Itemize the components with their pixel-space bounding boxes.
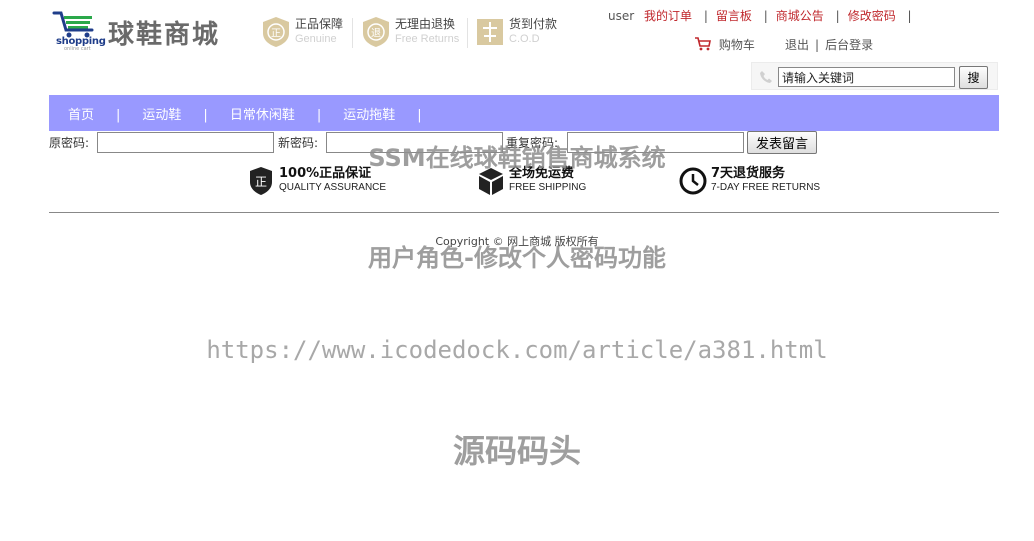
guestbook-link[interactable]: 留言板 — [716, 9, 752, 23]
svg-text:正: 正 — [271, 29, 281, 40]
guarantee-main: 货到付款 — [509, 17, 558, 31]
guarantee-sub: Free Returns — [395, 33, 460, 45]
footer-divider — [49, 212, 999, 213]
nav-separator: | — [316, 108, 322, 123]
username: user — [608, 9, 635, 23]
separator: | — [907, 9, 912, 23]
watermark-brand: 源码码头 — [452, 432, 581, 470]
watermark-url: https://www.icodedock.com/article/a381.h… — [206, 336, 828, 364]
genuine-badge-icon: 正 — [263, 17, 289, 47]
cod-badge-icon — [477, 19, 503, 45]
site-brand-name[interactable]: 球鞋商城 — [108, 14, 220, 51]
cart-link[interactable]: 购物车 — [694, 36, 755, 53]
logo-subtitle: online cart — [64, 46, 91, 52]
separator: | — [815, 38, 820, 52]
admin-login-link[interactable]: 后台登录 — [825, 38, 873, 52]
nav-item-home[interactable]: 首页 — [68, 108, 94, 123]
nav-item-sports-slippers[interactable]: 运动拖鞋 — [343, 108, 395, 123]
service-sub: FREE SHIPPING — [509, 182, 587, 193]
top-link-bar: user 我的订单 | 留言板 | 商城公告 | 修改密码 | — [608, 7, 920, 24]
announcements-link[interactable]: 商城公告 — [776, 9, 824, 23]
cart-label: 购物车 — [718, 38, 755, 52]
guarantee-main: 正品保障 — [295, 17, 344, 31]
nav-item-casual-shoes[interactable]: 日常休闲鞋 — [230, 108, 295, 123]
nav-separator: | — [203, 108, 208, 123]
guarantee-returns: 退 无理由退换 Free Returns — [362, 14, 459, 50]
nav-items: 首页 | 运动鞋 | 日常休闲鞋 | 运动拖鞋 | — [68, 104, 444, 123]
svg-text:正: 正 — [255, 175, 267, 189]
separator: | — [763, 9, 768, 23]
service-sub: QUALITY ASSURANCE — [279, 182, 387, 193]
watermark-title: SSM在线球鞋销售商城系统 — [368, 144, 666, 172]
divider — [467, 18, 468, 48]
account-links: 退出 | 后台登录 — [785, 36, 873, 53]
nav-separator: | — [417, 108, 422, 123]
logout-link[interactable]: 退出 — [785, 38, 809, 52]
nav-item-sports-shoes[interactable]: 运动鞋 — [142, 108, 181, 123]
separator: | — [703, 9, 708, 23]
guarantee-sub: Genuine — [295, 33, 337, 45]
search-button[interactable]: 搜 — [959, 66, 988, 89]
guarantee-genuine: 正 正品保障 Genuine — [262, 14, 343, 50]
divider — [352, 18, 353, 48]
guarantee-cod: 货到付款 C.O.D — [476, 14, 557, 50]
my-orders-link[interactable]: 我的订单 — [644, 9, 692, 23]
search-input[interactable] — [778, 67, 955, 87]
nav-separator: | — [116, 108, 121, 123]
shopping-cart-icon — [695, 37, 711, 51]
watermark-subtitle: 用户角色-修改个人密码功能 — [368, 244, 666, 272]
svg-text:退: 退 — [371, 28, 381, 40]
guarantee-main: 无理由退换 — [395, 17, 456, 31]
service-sub: 7-DAY FREE RETURNS — [711, 182, 821, 193]
separator: | — [835, 9, 840, 23]
change-password-link[interactable]: 修改密码 — [848, 9, 896, 23]
free-returns-badge-icon: 退 — [363, 17, 389, 47]
phone-icon — [760, 71, 772, 83]
guarantee-sub: C.O.D — [509, 33, 540, 45]
